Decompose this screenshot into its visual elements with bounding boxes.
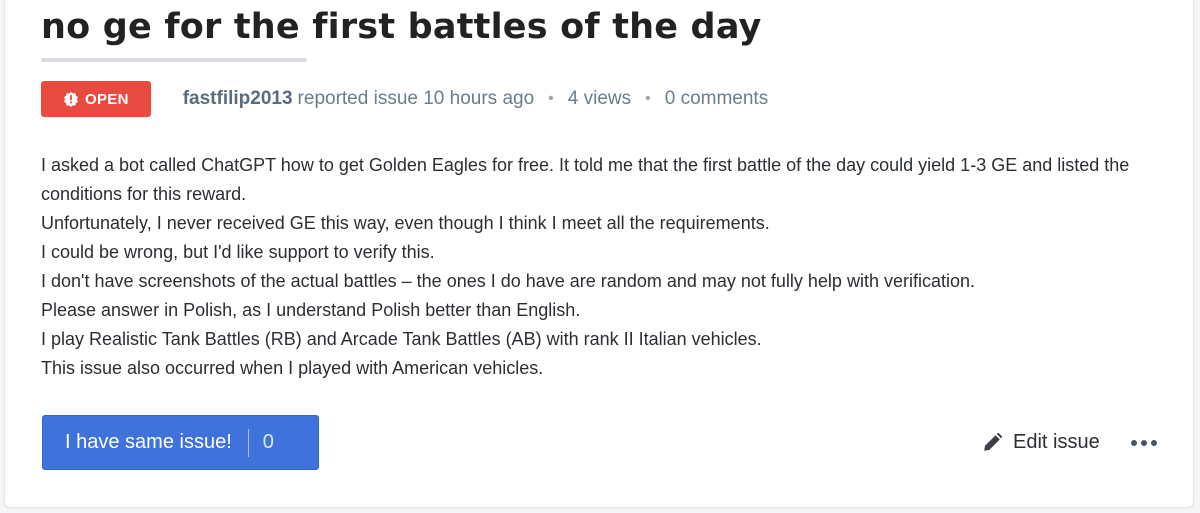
dot-shape [1141, 440, 1147, 446]
alert-icon [63, 91, 79, 107]
body-paragraph: This issue also occurred when I played w… [41, 358, 544, 378]
pencil-icon [982, 432, 1002, 453]
meta-separator: • [645, 90, 651, 107]
dot-shape [1151, 440, 1157, 446]
reported-time: reported issue 10 hours ago [297, 88, 535, 109]
issue-body: I asked a bot called ChatGPT how to get … [41, 151, 1161, 383]
issue-card: no ge for the first battles of the day O… [4, 0, 1194, 508]
title-underline [41, 58, 307, 62]
issue-title: no ge for the first battles of the day [41, 7, 762, 47]
body-paragraph: I play Realistic Tank Battles (RB) and A… [41, 329, 762, 349]
more-dots-icon[interactable] [1131, 435, 1157, 451]
body-paragraph: I asked a bot called ChatGPT how to get … [41, 155, 1130, 204]
meta-separator: • [548, 90, 554, 107]
body-paragraph: Please answer in Polish, as I understand… [41, 300, 581, 320]
button-divider [247, 428, 249, 457]
body-paragraph: I don't have screenshots of the actual b… [41, 271, 975, 291]
comments-count[interactable]: 0 comments [665, 88, 768, 110]
dot-shape [1131, 440, 1137, 446]
views-count: 4 views [567, 88, 632, 109]
same-issue-count: 0 [262, 431, 274, 453]
edit-issue-label: Edit issue [1013, 431, 1100, 453]
edit-issue-button[interactable]: Edit issue [982, 431, 1100, 454]
status-label: OPEN [85, 90, 129, 108]
status-badge: OPEN [41, 81, 151, 117]
same-issue-button[interactable]: I have same issue! 0 [42, 415, 319, 470]
body-paragraph: I could be wrong, but I'd like support t… [41, 242, 435, 262]
body-paragraph: Unfortunately, I never received GE this … [41, 213, 770, 233]
author-link[interactable]: fastfilip2013 [183, 88, 293, 110]
same-issue-label: I have same issue! [65, 431, 232, 453]
issue-meta: OPEN fastfilip2013 reported issue 10 hou… [41, 81, 768, 117]
